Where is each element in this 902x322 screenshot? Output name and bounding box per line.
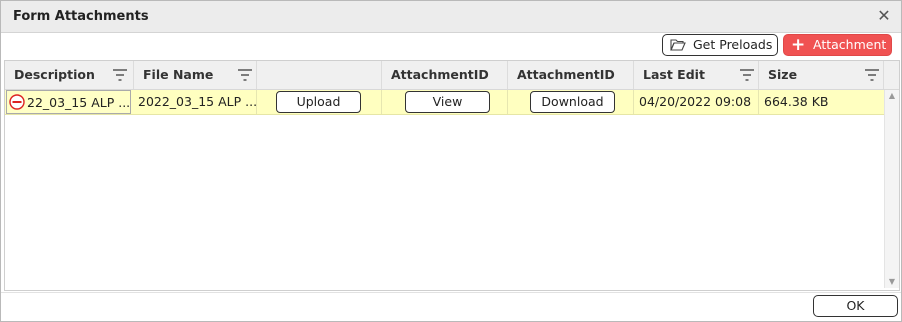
file-name-text: 2022_03_15 ALP ...	[138, 94, 257, 109]
filter-icon[interactable]	[238, 69, 252, 81]
last-edit-cell: 04/20/2022 09:08	[634, 90, 759, 114]
form-attachments-dialog: Form Attachments ✕ Get Preloads + Attach…	[0, 0, 902, 322]
scroll-down-icon[interactable]: ▼	[887, 278, 897, 286]
add-attachment-button[interactable]: + Attachment	[783, 34, 892, 56]
scroll-up-icon[interactable]: ▲	[887, 92, 897, 100]
filter-icon[interactable]	[740, 69, 754, 81]
add-attachment-label: Attachment	[813, 37, 887, 52]
file-name-cell: 2022_03_15 ALP ...	[134, 90, 257, 114]
folder-open-icon	[670, 39, 686, 51]
column-header-attachment-id-download[interactable]: AttachmentID	[508, 61, 634, 89]
grid-header: Description File Name AttachmentID Attac…	[5, 61, 899, 90]
dialog-titlebar: Form Attachments ✕	[1, 1, 901, 33]
last-edit-text: 04/20/2022 09:08	[639, 94, 752, 109]
plus-icon: +	[791, 35, 806, 55]
column-header-attachment-id-view[interactable]: AttachmentID	[382, 61, 508, 89]
view-button[interactable]: View	[405, 91, 490, 113]
column-header-upload	[257, 61, 382, 89]
download-button[interactable]: Download	[530, 91, 615, 113]
filter-icon[interactable]	[113, 69, 127, 81]
upload-cell: Upload	[257, 90, 382, 114]
column-header-last-edit[interactable]: Last Edit	[634, 61, 759, 89]
table-row[interactable]: 22_03_15 ALP ... 2022_03_15 ALP ... Uplo…	[5, 90, 884, 115]
ok-button[interactable]: OK	[813, 295, 898, 317]
filter-icon[interactable]	[865, 69, 879, 81]
size-text: 664.38 KB	[764, 94, 829, 109]
close-icon[interactable]: ✕	[875, 6, 893, 26]
footer-divider	[1, 292, 901, 293]
description-cell[interactable]: 22_03_15 ALP ...	[6, 90, 131, 114]
vertical-scrollbar[interactable]: ▲ ▼	[884, 90, 899, 288]
attachments-grid: Description File Name AttachmentID Attac…	[4, 60, 900, 291]
get-preloads-button[interactable]: Get Preloads	[662, 34, 778, 56]
view-cell: View	[382, 90, 508, 114]
remove-circle-icon[interactable]	[9, 94, 25, 110]
column-header-file-name[interactable]: File Name	[134, 61, 257, 89]
size-cell: 664.38 KB	[759, 90, 884, 114]
column-header-description[interactable]: Description	[5, 61, 134, 89]
column-header-size[interactable]: Size	[759, 61, 884, 89]
dialog-title: Form Attachments	[13, 9, 149, 24]
description-text: 22_03_15 ALP ...	[27, 95, 131, 110]
get-preloads-label: Get Preloads	[693, 37, 773, 52]
download-cell: Download	[508, 90, 634, 114]
upload-button[interactable]: Upload	[276, 91, 361, 113]
